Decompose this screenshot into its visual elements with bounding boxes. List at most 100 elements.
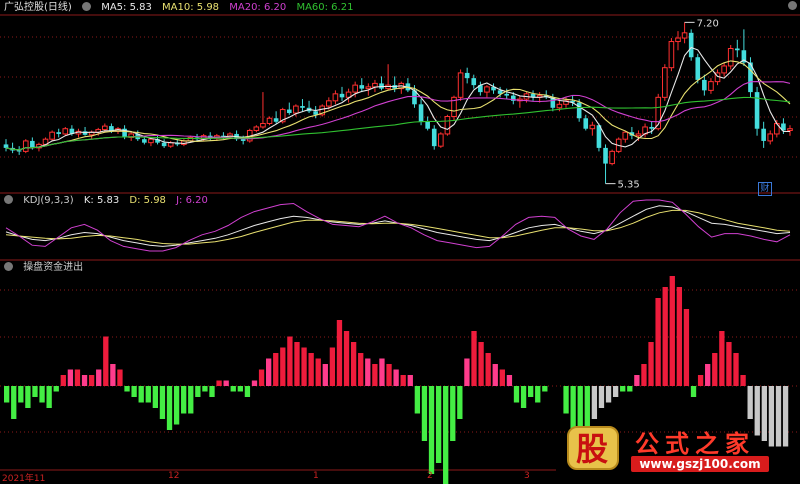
flow-bar [173,386,180,425]
flow-bar [32,386,38,397]
kdj-d-line [5,209,791,245]
flow-bar [641,364,647,386]
ma20-label: MA20: 6.20 [229,2,287,13]
candle-body [352,84,358,93]
flow-bar [308,353,314,386]
flow-bar [563,386,569,414]
flow-bar [358,353,364,386]
flow-bar [131,386,137,397]
candle-body [418,104,424,122]
settings-icon[interactable] [82,2,91,11]
flow-bar [60,375,66,386]
flow-bar [287,336,293,386]
flow-bar [733,353,739,386]
ma5-label: MA5: 5.83 [101,2,152,13]
candle-body [457,72,464,98]
watermark-char: 股 [575,430,608,468]
candle-body [767,133,774,142]
candle-body [102,125,108,131]
flow-bar [690,386,697,397]
candle-body [332,93,339,102]
flow-bar [485,353,491,386]
flow-bar [258,369,265,386]
fund-flow-settings-icon[interactable] [4,262,13,271]
candle-body [372,82,378,88]
flow-bar [421,386,428,441]
flow-bar [4,386,10,403]
flow-bar [117,369,123,386]
flow-bar [506,375,513,386]
ma60-label: MA60: 6.21 [296,2,354,13]
flow-bar [329,347,336,386]
flow-bar [669,276,675,386]
flow-bar [598,386,605,408]
panel-close-icon[interactable] [788,1,797,10]
candle-body [300,106,305,108]
candle-body [56,132,62,134]
flow-bar [740,375,746,386]
flow-bar [336,320,343,386]
x-axis-label-dec: 12 [168,471,180,481]
candle-body [556,103,563,109]
watermark-url: www.gszj100.com [631,456,769,472]
candle-body [425,121,430,129]
flow-bar [591,386,598,419]
flow-bar [435,386,442,463]
ma20-line [5,81,791,151]
financial-report-badge[interactable]: 财 [758,182,772,196]
flow-bar [11,386,17,419]
candle-body [286,109,292,114]
candle-body [16,150,22,152]
flow-bar [705,364,711,386]
kdj-j-label: J: 6.20 [176,195,208,206]
ma10-label: MA10: 5.98 [162,2,220,13]
candle-body [326,100,332,107]
candle-body [49,131,55,140]
candle-body [589,124,596,130]
fund-flow-name: 操盘资金进出 [23,262,84,273]
flow-bar [294,342,300,386]
candle-body [649,126,654,129]
flow-bar [81,375,88,386]
flow-bar [379,358,385,386]
candle-body [484,86,490,93]
candle-body [708,81,714,91]
candle-body [761,128,766,141]
candle-body [662,67,668,98]
kdj-name: KDJ(9,3,3) [23,195,74,206]
kdj-k-label: K: 5.83 [83,195,120,206]
flow-bar [301,347,307,386]
flow-bar [414,386,421,414]
flow-bar [67,369,74,386]
chart-stage: 7.20 5.35 [0,14,800,484]
flow-bar [535,386,541,403]
flow-bar [195,386,201,397]
candle-body [609,150,615,165]
stock-name: 广弘控股(日线) [4,2,72,13]
flow-bar [159,386,166,419]
flow-bar [627,386,633,392]
flow-bar [138,386,144,403]
flow-bar [634,375,640,386]
flow-bar [372,364,378,386]
candle-body [695,57,701,80]
candle-body [675,37,681,43]
flow-bar [46,386,52,408]
candle-body [504,93,510,96]
kdj-settings-icon[interactable] [4,195,13,204]
flow-bar [216,380,222,386]
flow-bar [74,369,81,386]
flow-bar [181,386,187,414]
flow-bar [464,358,470,386]
x-axis-label-jan: 1 [313,471,319,481]
ma60-line [5,96,791,151]
flow-bar [712,353,718,386]
flow-bar [188,386,194,414]
candle-body [438,133,444,147]
flow-bar [747,386,753,419]
flow-bar [244,386,251,397]
flow-bar [683,309,690,386]
candle-body [444,116,451,135]
candle-body [293,105,299,114]
candle-body [787,128,793,131]
